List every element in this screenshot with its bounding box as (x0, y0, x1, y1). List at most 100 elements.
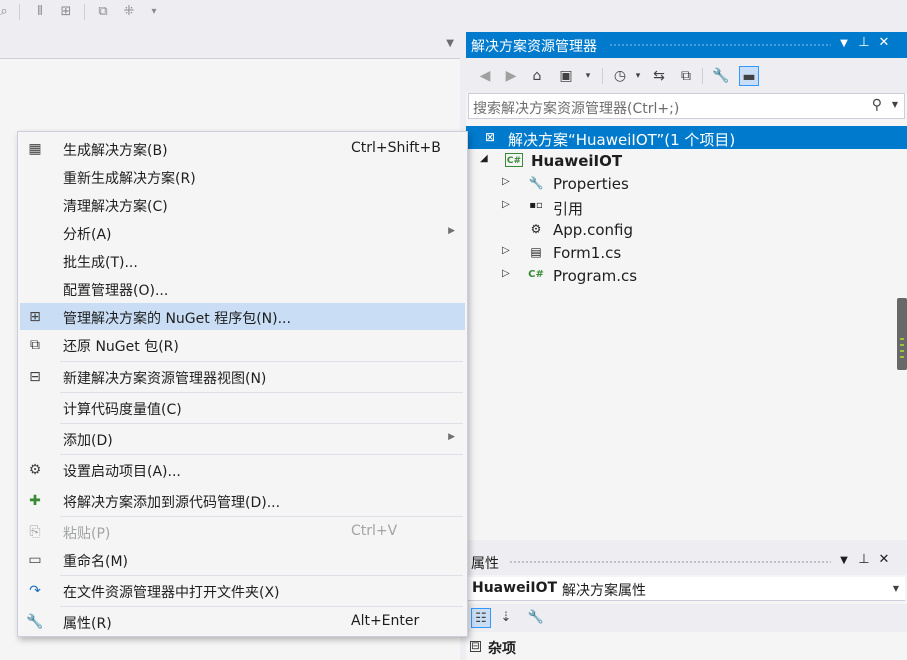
tree-item-label: Properties (553, 175, 629, 193)
switch-views-dropdown-icon[interactable]: ▾ (578, 66, 598, 86)
context-menu-item[interactable]: ⚙ 设置启动项目(A)... (20, 456, 465, 483)
tree-item-solution[interactable]: ⊠ 解决方案“HuaweiIOT”(1 个项目) (466, 126, 907, 149)
search-placeholder: 搜索解决方案资源管理器(Ctrl+;) (473, 101, 680, 117)
context-menu-item[interactable]: 重新生成解决方案(R) (20, 163, 465, 190)
tree-item-app-config[interactable]: ⚙ App.config (466, 218, 907, 241)
tree-item-label: 引用 (553, 200, 584, 218)
tree-item-label: HuaweiIOT (531, 152, 623, 170)
pane-splitter[interactable] (466, 540, 907, 549)
preview-icon[interactable]: ▬ (739, 66, 759, 86)
properties-title: 属性 (471, 556, 499, 572)
pending-changes-dropdown-icon[interactable]: ▾ (628, 66, 648, 86)
tree-item-references[interactable]: ▷ ▪▫ 引用 (466, 195, 907, 218)
close-icon[interactable]: ✕ (876, 552, 892, 567)
context-menu-item-label: 还原 NuGet 包(R) (63, 339, 179, 355)
toolbar-separator (84, 4, 85, 20)
context-menu-item-label: 计算代码度量值(C) (63, 402, 182, 418)
titlebar-grip[interactable] (509, 560, 831, 565)
context-menu-item[interactable]: ▦ 生成解决方案(B) Ctrl+Shift+B (20, 135, 465, 162)
collapse-category-icon[interactable]: ⊟ (470, 641, 481, 652)
context-menu-item[interactable]: 添加(D) ▶ (20, 425, 465, 452)
tree-item-program[interactable]: ▷ C# Program.cs (466, 264, 907, 287)
layout-icon[interactable]: ⊞ (58, 4, 74, 20)
context-menu-item[interactable]: 清理解决方案(C) (20, 191, 465, 218)
context-menu-item[interactable]: ⊞ 管理解决方案的 NuGet 程序包(N)... (20, 303, 465, 330)
collapsed-arrow-icon[interactable]: ▷ (502, 199, 514, 210)
pin-icon[interactable]: ⊥ (856, 35, 872, 50)
collapsed-arrow-icon[interactable]: ▷ (502, 245, 514, 256)
search-icon[interactable]: ⚲ (872, 97, 882, 113)
window-icon[interactable]: ⧉ (95, 4, 111, 20)
shuffle-icon[interactable]: ⁜ (121, 4, 137, 20)
object-description: 解决方案属性 (562, 583, 646, 599)
properties-toolbar: ☷ ⇣ 🔧 (466, 604, 907, 632)
search-options-icon[interactable]: ▼ (892, 100, 898, 109)
context-menu-item-label: 配置管理器(O)... (63, 283, 169, 299)
window-position-icon[interactable]: ▼ (836, 555, 852, 566)
home-icon[interactable]: ⌂ (527, 66, 547, 86)
switch-views-icon[interactable]: ▣ (556, 66, 576, 86)
context-menu-item-shortcut: Alt+Enter (351, 613, 420, 629)
context-menu-item[interactable]: 计算代码度量值(C) (20, 394, 465, 421)
overflow-icon[interactable]: ▾ (146, 4, 162, 20)
properties-pane: 属性 ▼ ⊥ ✕ HuaweiIOT 解决方案属性 ▼ ☷ ⇣ 🔧 ⊟ 杂项 (466, 549, 907, 660)
properties-wrench-icon[interactable]: 🔧 (711, 66, 731, 86)
property-pages-wrench-icon[interactable]: 🔧 (526, 608, 546, 628)
tree-item-project[interactable]: ◢ C# HuaweiIOT (466, 149, 907, 172)
collapse-all-icon[interactable]: ⧉ (676, 66, 696, 86)
sync-icon[interactable]: ⇆ (649, 66, 669, 86)
context-menu-item-label: 将解决方案添加到源代码管理(D)... (63, 495, 281, 511)
gear-icon: ⚙ (28, 462, 42, 478)
chevron-down-icon[interactable]: ▼ (893, 584, 899, 593)
context-menu-item: ⎘ 粘贴(P) Ctrl+V (20, 518, 465, 545)
window-position-icon[interactable]: ▼ (836, 38, 852, 49)
tree-item-form1[interactable]: ▷ ▤ Form1.cs (466, 241, 907, 264)
context-menu-item[interactable]: ↷ 在文件资源管理器中打开文件夹(X) (20, 577, 465, 604)
align-icon[interactable]: ⫴ (32, 4, 48, 20)
titlebar-grip[interactable] (609, 43, 831, 48)
context-menu-item-label: 设置启动项目(A)... (63, 464, 181, 480)
context-menu-item-label: 重命名(M) (63, 554, 129, 570)
build-icon: ▦ (28, 141, 42, 157)
context-menu-item[interactable]: ⧉ 还原 NuGet 包(R) (20, 331, 465, 358)
forward-icon[interactable]: ▶ (501, 66, 521, 86)
menu-separator (60, 392, 463, 393)
back-icon[interactable]: ◀ (475, 66, 495, 86)
wrench-icon: 🔧 (26, 614, 44, 630)
tree-item-label: Program.cs (553, 267, 638, 285)
context-menu: ▦ 生成解决方案(B) Ctrl+Shift+B 重新生成解决方案(R) 清理解决方案(… (17, 131, 468, 637)
pending-changes-icon[interactable]: ◷ (610, 66, 630, 86)
property-category[interactable]: ⊟ 杂项 (466, 635, 907, 660)
form-icon: ▤ (530, 245, 542, 259)
close-icon[interactable]: ✕ (876, 35, 892, 50)
collapsed-arrow-icon[interactable]: ▷ (502, 176, 514, 187)
object-selector[interactable]: HuaweiIOT 解决方案属性 ▼ (468, 577, 905, 601)
alphabetical-icon[interactable]: ⇣ (496, 608, 516, 628)
context-menu-item[interactable]: ✚ 将解决方案添加到源代码管理(D)... (20, 487, 465, 514)
search-field[interactable]: 搜索解决方案资源管理器(Ctrl+;) ⚲ ▼ (468, 93, 905, 119)
tab-dropdown-icon[interactable]: ▼ (446, 38, 454, 49)
pin-icon[interactable]: ⊥ (856, 552, 872, 567)
tree-item-label: 解决方案“HuaweiIOT”(1 个项目) (508, 131, 736, 149)
solution-explorer-title: 解决方案资源管理器 (471, 39, 597, 55)
context-menu-item[interactable]: 🔧 属性(R) Alt+Enter (20, 608, 465, 635)
scrollbar-thumb[interactable] (897, 298, 907, 370)
context-menu-item[interactable]: ⊟ 新建解决方案资源管理器视图(N) (20, 363, 465, 390)
context-menu-item-label: 新建解决方案资源管理器视图(N) (63, 371, 267, 387)
context-menu-item[interactable]: 批生成(T)... (20, 247, 465, 274)
context-menu-item-label: 清理解决方案(C) (63, 199, 168, 215)
context-menu-item[interactable]: ▭ 重命名(M) (20, 546, 465, 573)
zoom-icon[interactable]: ⌕ (0, 4, 12, 20)
top-toolbar: ⌕ ⫴ ⊞ ⧉ ⁜ ▾ (0, 0, 907, 28)
context-menu-item[interactable]: 配置管理器(O)... (20, 275, 465, 302)
solution-explorer: 解决方案资源管理器 ▼ ⊥ ✕ ◀ ▶ ⌂ ▣ ▾ ◷ ▾ ⇆ ⧉ 🔧 ▬ 搜索… (466, 32, 907, 540)
categorized-icon[interactable]: ☷ (471, 608, 491, 628)
context-menu-item[interactable]: 分析(A) ▶ (20, 219, 465, 246)
menu-separator (60, 575, 463, 576)
submenu-arrow-icon: ▶ (448, 226, 455, 236)
expanded-arrow-icon[interactable]: ◢ (480, 153, 492, 164)
open-folder-icon: ↷ (29, 583, 41, 599)
nuget-icon: ⊞ (29, 309, 41, 325)
collapsed-arrow-icon[interactable]: ▷ (502, 268, 514, 279)
tree-item-properties[interactable]: ▷ 🔧 Properties (466, 172, 907, 195)
